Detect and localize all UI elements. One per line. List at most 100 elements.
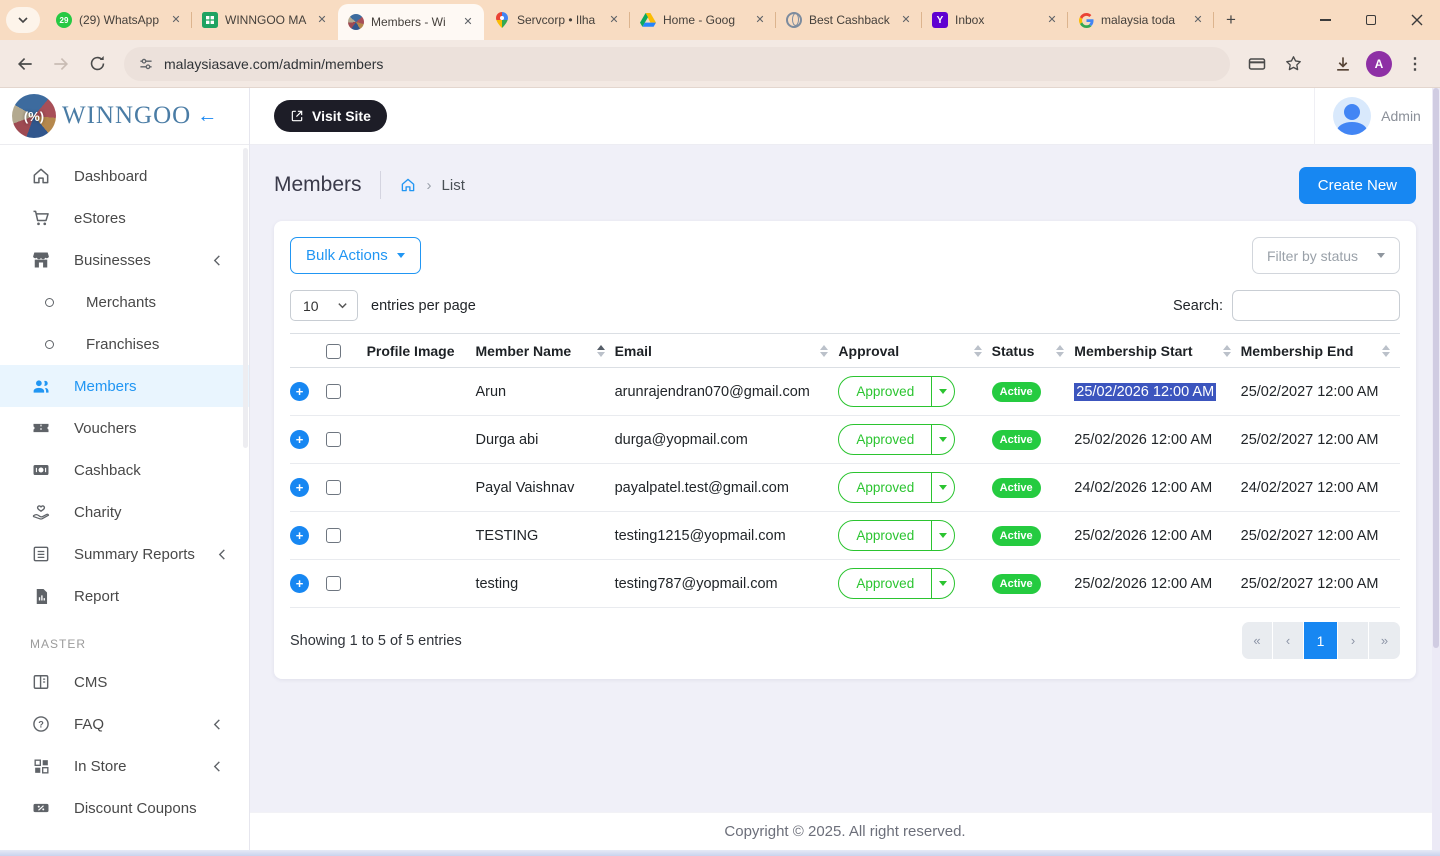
approval-split-button[interactable]: Approved	[838, 376, 955, 407]
tab-members-active[interactable]: Members - Wi ✕	[338, 4, 484, 40]
tab-inbox[interactable]: Y Inbox ✕	[922, 3, 1068, 37]
col-email[interactable]: Email	[615, 334, 839, 368]
sidebar-item-vouchers[interactable]: Vouchers	[0, 407, 249, 449]
col-membership-end[interactable]: Membership End	[1241, 334, 1400, 368]
tab-drive[interactable]: Home - Goog ✕	[630, 3, 776, 37]
payment-methods-icon[interactable]	[1242, 49, 1272, 79]
browser-menu-kebab-icon[interactable]: ⋮	[1400, 49, 1430, 79]
sort-icon[interactable]	[589, 345, 605, 357]
approval-split-button[interactable]: Approved	[838, 472, 955, 503]
address-bar[interactable]: malaysiasave.com/admin/members	[124, 47, 1230, 81]
grid-icon	[30, 755, 52, 777]
browser-profile-avatar[interactable]: A	[1364, 49, 1394, 79]
close-icon[interactable]: ✕	[168, 12, 184, 28]
sort-icon[interactable]	[1215, 345, 1231, 357]
approval-dropdown-toggle[interactable]	[931, 569, 954, 598]
close-icon[interactable]: ✕	[606, 12, 622, 28]
sort-icon[interactable]	[966, 345, 982, 357]
back-button[interactable]	[10, 49, 40, 79]
tab-maps[interactable]: Servcorp • Ilha ✕	[484, 3, 630, 37]
search-input[interactable]	[1232, 290, 1400, 321]
scrollbar-thumb[interactable]	[1433, 88, 1439, 648]
page-scrollbar[interactable]	[1432, 88, 1440, 850]
sidebar-item-franchises[interactable]: Franchises	[0, 323, 249, 365]
approval-dropdown-toggle[interactable]	[931, 521, 954, 550]
visit-site-button[interactable]: Visit Site	[274, 100, 387, 132]
sidebar-item-faq[interactable]: ? FAQ	[0, 703, 249, 745]
row-checkbox[interactable]	[326, 480, 341, 495]
sidebar-scrollbar[interactable]	[243, 148, 248, 448]
row-checkbox[interactable]	[326, 528, 341, 543]
tab-whatsapp[interactable]: 29 (29) WhatsApp ✕	[46, 3, 192, 37]
col-membership-start[interactable]: Membership Start	[1074, 334, 1240, 368]
col-member-name[interactable]: Member Name	[475, 334, 614, 368]
sidebar-item-cashback[interactable]: Cashback	[0, 449, 249, 491]
expand-row-button[interactable]: +	[290, 382, 309, 401]
sidebar-item-report[interactable]: Report	[0, 575, 249, 617]
breadcrumb-home-icon[interactable]	[399, 176, 417, 194]
tab-search-button[interactable]	[6, 7, 40, 33]
new-tab-button[interactable]: +	[1218, 7, 1244, 33]
bookmark-star-icon[interactable]	[1278, 49, 1308, 79]
chevron-left-icon	[212, 255, 223, 266]
sidebar-item-cms[interactable]: CMS	[0, 661, 249, 703]
sidebar-item-charity[interactable]: Charity	[0, 491, 249, 533]
sort-icon[interactable]	[812, 345, 828, 357]
download-icon[interactable]	[1328, 49, 1358, 79]
sort-icon[interactable]	[1374, 345, 1390, 357]
entries-per-page-select[interactable]: 10	[290, 290, 358, 321]
expand-row-button[interactable]: +	[290, 430, 309, 449]
approval-split-button[interactable]: Approved	[838, 568, 955, 599]
admin-menu[interactable]: Admin	[1314, 88, 1440, 145]
approval-split-button[interactable]: Approved	[838, 424, 955, 455]
close-icon[interactable]: ✕	[314, 12, 330, 28]
close-icon[interactable]: ✕	[460, 14, 476, 30]
expand-row-button[interactable]: +	[290, 526, 309, 545]
row-checkbox[interactable]	[326, 576, 341, 591]
close-icon[interactable]: ✕	[1190, 12, 1206, 28]
bulk-actions-button[interactable]: Bulk Actions	[290, 237, 421, 274]
row-checkbox[interactable]	[326, 432, 341, 447]
expand-row-button[interactable]: +	[290, 478, 309, 497]
approval-dropdown-toggle[interactable]	[931, 377, 954, 406]
close-icon[interactable]: ✕	[752, 12, 768, 28]
tab-cashback[interactable]: Best Cashback ✕	[776, 3, 922, 37]
pagination-page-1-button[interactable]: 1	[1304, 622, 1338, 659]
pagination-prev-button[interactable]: ‹	[1273, 622, 1304, 659]
tab-google[interactable]: malaysia toda ✕	[1068, 3, 1214, 37]
approval-dropdown-toggle[interactable]	[931, 473, 954, 502]
window-minimize-button[interactable]	[1302, 0, 1348, 40]
filter-by-status-select[interactable]: Filter by status	[1252, 237, 1400, 274]
close-icon[interactable]: ✕	[1044, 12, 1060, 28]
sidebar-item-businesses[interactable]: Businesses	[0, 239, 249, 281]
pagination-first-button[interactable]: «	[1242, 622, 1273, 659]
window-close-button[interactable]	[1394, 0, 1440, 40]
select-all-checkbox[interactable]	[326, 344, 341, 359]
collapse-sidebar-arrow-icon[interactable]: ←	[197, 106, 217, 126]
reload-button[interactable]	[82, 49, 112, 79]
sidebar-item-in-store[interactable]: In Store	[0, 745, 249, 787]
sidebar-item-members[interactable]: Members	[0, 365, 249, 407]
approval-dropdown-toggle[interactable]	[931, 425, 954, 454]
admin-label: Admin	[1381, 108, 1421, 124]
pagination-last-button[interactable]: »	[1369, 622, 1400, 659]
forward-button[interactable]	[46, 49, 76, 79]
close-icon[interactable]: ✕	[898, 12, 914, 28]
sidebar-item-merchants[interactable]: Merchants	[0, 281, 249, 323]
sidebar-item-summary-reports[interactable]: Summary Reports	[0, 533, 249, 575]
approval-split-button[interactable]: Approved	[838, 520, 955, 551]
sidebar-item-dashboard[interactable]: Dashboard	[0, 155, 249, 197]
sort-icon[interactable]	[1048, 345, 1064, 357]
window-maximize-button[interactable]	[1348, 0, 1394, 40]
sidebar-item-estores[interactable]: eStores	[0, 197, 249, 239]
tab-sheets[interactable]: WINNGOO MA ✕	[192, 3, 338, 37]
sidebar-item-discount-coupons[interactable]: Discount Coupons	[0, 787, 249, 829]
col-status[interactable]: Status	[992, 334, 1075, 368]
col-approval[interactable]: Approval	[838, 334, 991, 368]
expand-row-button[interactable]: +	[290, 574, 309, 593]
create-new-button[interactable]: Create New	[1299, 167, 1416, 204]
logo[interactable]: (%) WINNGOO ←	[0, 88, 249, 145]
email-cell: testing787@yopmail.com	[615, 560, 839, 608]
row-checkbox[interactable]	[326, 384, 341, 399]
pagination-next-button[interactable]: ›	[1338, 622, 1369, 659]
